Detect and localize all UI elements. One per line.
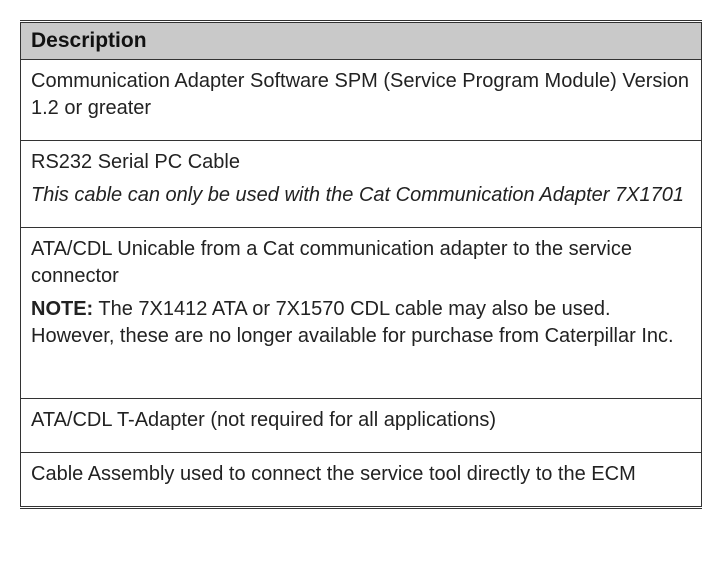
- table-row: RS232 Serial PC Cable This cable can onl…: [21, 141, 702, 228]
- table-row: ATA/CDL Unicable from a Cat communicatio…: [21, 228, 702, 399]
- description-table: Description Communication Adapter Softwa…: [20, 20, 702, 509]
- table-row: Communication Adapter Software SPM (Serv…: [21, 60, 702, 141]
- note-label: NOTE:: [31, 298, 93, 320]
- note-text: The 7X1412 ATA or 7X1570 CDL cable may a…: [31, 298, 674, 347]
- row-text: Cable Assembly used to connect the servi…: [31, 461, 691, 488]
- table-row: ATA/CDL T-Adapter (not required for all …: [21, 399, 702, 453]
- row-note: NOTE: The 7X1412 ATA or 7X1570 CDL cable…: [31, 296, 691, 350]
- row-text: ATA/CDL T-Adapter (not required for all …: [31, 407, 691, 434]
- table-row: Cable Assembly used to connect the servi…: [21, 453, 702, 508]
- table-header: Description: [21, 22, 702, 60]
- row-text: Communication Adapter Software SPM (Serv…: [31, 68, 691, 122]
- row-line1: RS232 Serial PC Cable: [31, 149, 691, 176]
- row-line2: This cable can only be used with the Cat…: [31, 182, 691, 209]
- row-line1: ATA/CDL Unicable from a Cat communicatio…: [31, 236, 691, 290]
